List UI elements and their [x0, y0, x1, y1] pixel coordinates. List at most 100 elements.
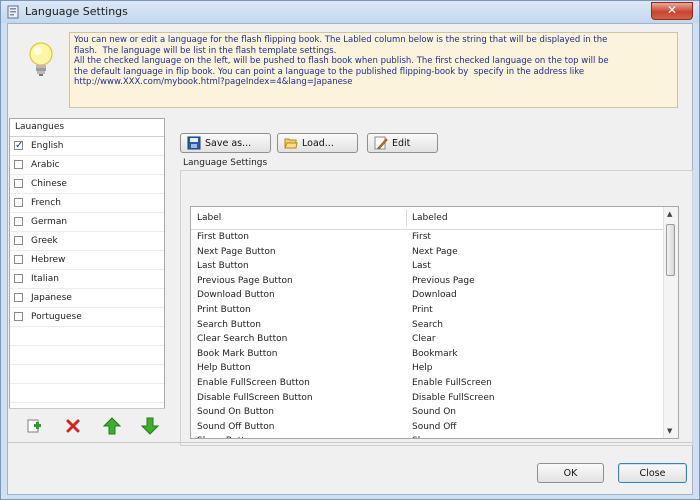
language-item[interactable]: English: [10, 137, 164, 156]
language-checkbox[interactable]: [14, 198, 23, 207]
label-cell: Sound On Button: [197, 407, 274, 418]
language-label: French: [31, 198, 61, 208]
language-list-toolbar: [9, 408, 165, 443]
table-row[interactable]: Sound Off Button Sound Off: [191, 420, 678, 435]
language-label: Italian: [31, 274, 59, 284]
empty-list-row: [10, 346, 164, 365]
table-row[interactable]: Disable FullScreen Button Disable FullScr…: [191, 391, 678, 406]
label-table: Label Labeled First Button First Next Page…: [190, 206, 679, 439]
ok-button[interactable]: OK: [537, 463, 604, 483]
labeled-cell[interactable]: Download: [412, 288, 457, 303]
language-list: Lauangues English Arabic Chinese French Germ…: [9, 118, 165, 442]
labeled-cell[interactable]: Enable FullScreen: [412, 376, 492, 391]
labeled-cell[interactable]: Search: [412, 318, 443, 333]
language-label: German: [31, 217, 68, 227]
table-row[interactable]: Last Button Last: [191, 259, 678, 274]
labeled-cell[interactable]: Help: [412, 361, 433, 376]
language-checkbox[interactable]: [14, 236, 23, 245]
open-folder-icon: [284, 138, 298, 149]
label-cell: Download Button: [197, 290, 275, 301]
language-item[interactable]: Japanese: [10, 289, 164, 308]
save-as-button[interactable]: Save as...: [180, 133, 271, 153]
labeled-cell[interactable]: Disable FullScreen: [412, 391, 495, 406]
labeled-cell[interactable]: Share: [412, 434, 438, 438]
language-checkbox[interactable]: [14, 255, 23, 264]
table-scrollbar[interactable]: ▲ ▼: [663, 207, 678, 438]
scroll-up-icon[interactable]: ▲: [667, 210, 672, 218]
label-cell: Book Mark Button: [197, 348, 278, 359]
language-item[interactable]: German: [10, 213, 164, 232]
labeled-cell[interactable]: Clear: [412, 332, 436, 347]
language-label: Portuguese: [31, 312, 82, 322]
labeled-cell[interactable]: Previous Page: [412, 274, 475, 289]
labeled-cell[interactable]: Sound Off: [412, 420, 457, 435]
language-item[interactable]: Greek: [10, 232, 164, 251]
edit-button[interactable]: Edit: [367, 133, 438, 153]
label-cell: Share Button: [197, 434, 256, 438]
move-up-button[interactable]: [102, 416, 122, 436]
language-item[interactable]: Arabic: [10, 156, 164, 175]
scroll-down-icon[interactable]: ▼: [667, 427, 672, 435]
table-row[interactable]: Search Button Search: [191, 318, 678, 333]
table-row[interactable]: Enable FullScreen Button Enable FullScree…: [191, 376, 678, 391]
close-icon: ✕: [666, 3, 678, 17]
add-icon: [27, 419, 41, 433]
language-label: Japanese: [31, 293, 72, 303]
labeled-cell[interactable]: Last: [412, 259, 431, 274]
labeled-cell[interactable]: First: [412, 230, 431, 245]
label-cell: Next Page Button: [197, 246, 276, 257]
language-checkbox[interactable]: [14, 217, 23, 226]
language-item[interactable]: Portuguese: [10, 308, 164, 327]
language-checkbox[interactable]: [14, 274, 23, 283]
language-label: Arabic: [31, 160, 60, 170]
add-language-button[interactable]: [24, 416, 44, 436]
delete-language-button[interactable]: [63, 416, 83, 436]
empty-list-row: [10, 365, 164, 384]
language-settings-window: Language Settings ✕ You can new or edit …: [0, 0, 700, 500]
language-checkbox[interactable]: [14, 179, 23, 188]
language-item[interactable]: Italian: [10, 270, 164, 289]
language-checkbox[interactable]: [14, 293, 23, 302]
table-row[interactable]: Download Button Download: [191, 288, 678, 303]
language-item[interactable]: French: [10, 194, 164, 213]
table-row[interactable]: Previous Page Button Previous Page: [191, 274, 678, 289]
label-cell: Sound Off Button: [197, 421, 275, 432]
label-cell: Print Button: [197, 304, 251, 315]
scrollbar-thumb[interactable]: [666, 224, 675, 276]
empty-list-row: [10, 327, 164, 346]
close-label: Close: [639, 467, 666, 479]
window-title: Language Settings: [25, 5, 128, 18]
table-row[interactable]: Share Button Share: [191, 434, 678, 438]
language-item[interactable]: Hebrew: [10, 251, 164, 270]
labeled-cell[interactable]: Sound On: [412, 405, 456, 420]
labeled-cell[interactable]: Next Page: [412, 245, 458, 260]
table-row[interactable]: Clear Search Button Clear: [191, 332, 678, 347]
window-close-button[interactable]: ✕: [651, 2, 693, 20]
move-down-button[interactable]: [140, 416, 160, 436]
language-label: Greek: [31, 236, 58, 246]
load-label: Load...: [302, 137, 334, 149]
labeled-cell[interactable]: Print: [412, 303, 433, 318]
table-row[interactable]: Next Page Button Next Page: [191, 245, 678, 260]
language-label: Chinese: [31, 179, 67, 189]
table-row[interactable]: Help Button Help: [191, 361, 678, 376]
language-checkbox[interactable]: [14, 312, 23, 321]
close-button[interactable]: Close: [618, 463, 687, 483]
footer-divider: [8, 442, 692, 443]
column-header-label[interactable]: Label: [197, 207, 221, 229]
table-row[interactable]: Book Mark Button Bookmark: [191, 347, 678, 362]
column-header-labeled[interactable]: Labeled: [412, 207, 448, 229]
table-row[interactable]: Sound On Button Sound On: [191, 405, 678, 420]
ok-label: OK: [563, 467, 578, 479]
language-checkbox[interactable]: [14, 160, 23, 169]
floppy-disk-icon: [187, 136, 201, 150]
labeled-cell[interactable]: Bookmark: [412, 347, 458, 362]
table-row[interactable]: Print Button Print: [191, 303, 678, 318]
language-checkbox[interactable]: [14, 137, 23, 155]
language-item[interactable]: Chinese: [10, 175, 164, 194]
column-divider[interactable]: [406, 210, 407, 226]
title-bar[interactable]: Language Settings ✕: [1, 1, 699, 23]
table-row[interactable]: First Button First: [191, 230, 678, 245]
load-button[interactable]: Load...: [277, 133, 358, 153]
label-cell: Previous Page Button: [197, 275, 293, 286]
